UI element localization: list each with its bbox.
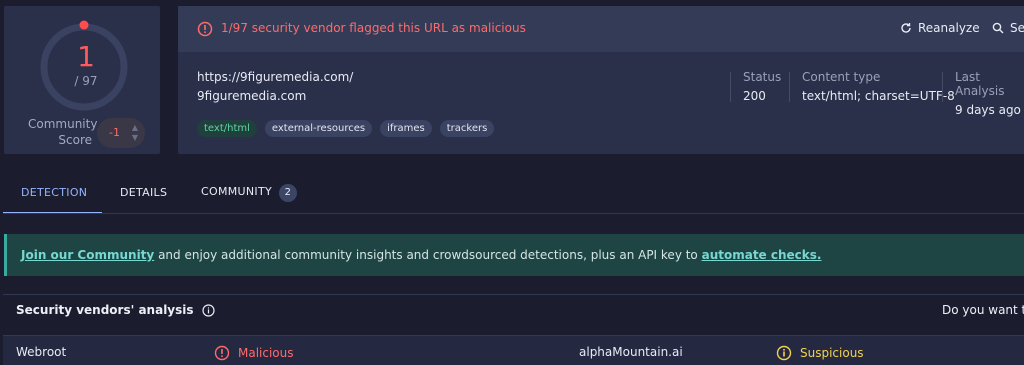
meta-content-type-label: Content type: [802, 70, 881, 84]
community-banner: Join our Community and enjoy additional …: [4, 234, 1024, 276]
automate-checks-link[interactable]: automate checks.: [702, 248, 822, 262]
tag-external-resources[interactable]: external-resources: [264, 120, 373, 137]
table-row: Webroot Malicious alphaMountain.ai Suspi…: [3, 335, 1024, 365]
vendors-section-title: Security vendors' analysis: [16, 303, 194, 317]
score-ring-marker: [79, 20, 89, 30]
vendor-name: alphaMountain.ai: [579, 345, 683, 359]
meta-status: Status 200: [743, 70, 781, 103]
tab-community-label: COMMUNITY: [201, 185, 272, 198]
meta-divider: [942, 72, 943, 102]
alert-bar: 1/97 security vendor flagged this URL as…: [178, 6, 1024, 52]
vendors-section-header: Security vendors' analysis: [16, 303, 215, 317]
vendors-section-prompt: Do you want to a: [942, 303, 1024, 317]
tab-bar: DETECTION DETAILS COMMUNITY 2: [3, 172, 1024, 214]
search-icon: [992, 22, 1004, 34]
vendor-verdict: Suspicious: [776, 345, 864, 361]
meta-last-analysis: Last Analysis 9 days ago: [955, 70, 1024, 117]
tab-detection[interactable]: DETECTION: [21, 186, 87, 199]
tag-iframes[interactable]: iframes: [380, 120, 432, 137]
meta-content-type: Content type text/html; charset=UTF-8: [802, 70, 955, 103]
tag-list: text/html external-resources iframes tra…: [197, 120, 495, 137]
tag-trackers[interactable]: trackers: [439, 120, 495, 137]
verdict-label: Suspicious: [800, 346, 864, 360]
info-icon[interactable]: [201, 303, 215, 317]
vendor-verdict: Malicious: [214, 345, 294, 361]
tab-community[interactable]: COMMUNITY 2: [201, 184, 297, 202]
tag-text-html[interactable]: text/html: [197, 120, 257, 137]
alert-circle-icon: [197, 21, 213, 37]
reanalyze-label: Reanalyze: [918, 21, 980, 35]
tab-details[interactable]: DETAILS: [120, 186, 167, 199]
search-button[interactable]: Se: [992, 21, 1024, 35]
detection-count: 1: [77, 40, 95, 73]
refresh-icon: [901, 23, 911, 33]
alert-text: 1/97 security vendor flagged this URL as…: [221, 21, 526, 35]
vendor-name: Webroot: [16, 345, 67, 359]
info-circle-icon: [776, 345, 792, 361]
community-score-card: 1 / 97 Community Score -1 ▲ ▼: [4, 6, 160, 154]
join-community-link[interactable]: Join our Community: [21, 248, 154, 262]
url-info-card: 1/97 security vendor flagged this URL as…: [178, 6, 1024, 154]
tabs-divider: [3, 213, 1024, 214]
community-score-pill[interactable]: -1 ▲ ▼: [97, 118, 145, 148]
analyzed-domain[interactable]: 9figuremedia.com: [197, 89, 306, 103]
meta-last-analysis-label: Last Analysis: [955, 70, 1005, 98]
meta-divider: [730, 72, 731, 102]
meta-status-label: Status: [743, 70, 782, 84]
community-count-badge: 2: [278, 184, 297, 202]
banner-text: Join our Community and enjoy additional …: [21, 248, 821, 262]
vote-arrows-icon[interactable]: ▲ ▼: [132, 123, 138, 143]
meta-last-analysis-value: 9 days ago: [955, 103, 1021, 117]
verdict-label: Malicious: [238, 346, 294, 360]
meta-content-type-value: text/html; charset=UTF-8: [802, 89, 955, 103]
banner-body: and enjoy additional community insights …: [154, 248, 702, 262]
alert-circle-icon: [214, 345, 230, 361]
search-label: Se: [1010, 21, 1024, 35]
analyzed-url: https://9figuremedia.com/: [197, 70, 354, 84]
meta-status-value: 200: [743, 89, 766, 103]
reanalyze-button[interactable]: Reanalyze: [900, 21, 980, 35]
community-score-label: Community Score: [28, 117, 98, 147]
meta-divider: [789, 72, 790, 102]
detection-total: / 97: [74, 74, 98, 88]
section-divider: [3, 294, 1024, 295]
community-score-value: -1: [109, 126, 120, 139]
